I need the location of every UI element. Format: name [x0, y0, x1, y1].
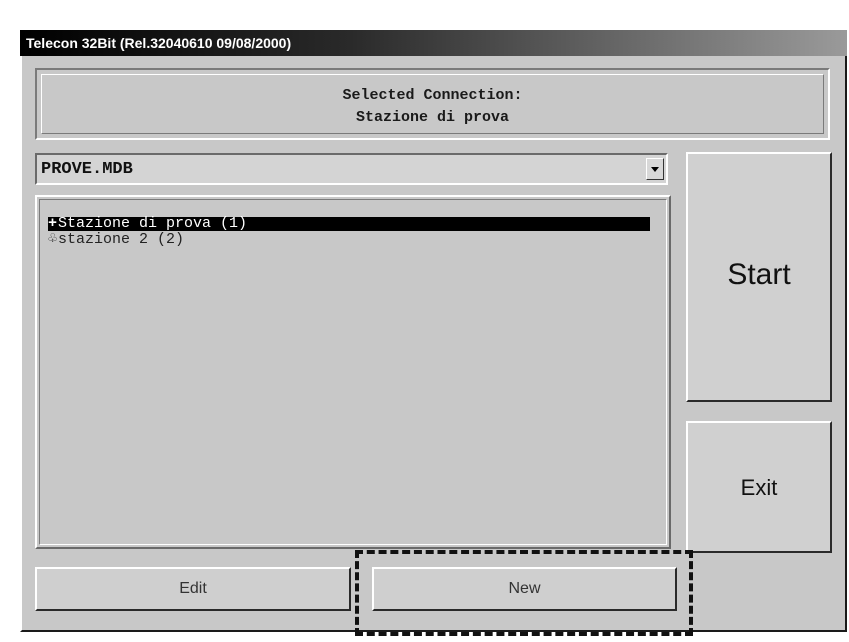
- expand-plus-icon[interactable]: +: [48, 216, 58, 231]
- edit-button[interactable]: Edit: [35, 567, 351, 611]
- chevron-down-icon: [651, 167, 659, 172]
- dropdown-toggle-button[interactable]: [646, 158, 664, 180]
- tree-item-label: Stazione di prova (1): [58, 215, 248, 232]
- expand-outline-plus-icon[interactable]: ♧: [48, 232, 58, 247]
- tree-item-stazione-di-prova[interactable]: +Stazione di prova (1): [48, 215, 650, 232]
- selected-connection-panel: Selected Connection: Stazione di prova: [35, 68, 830, 140]
- tree-item-label: stazione 2 (2): [58, 231, 185, 248]
- exit-button-label: Exit: [740, 475, 778, 500]
- exit-button[interactable]: Exit: [686, 421, 832, 553]
- database-select[interactable]: PROVE.MDB: [35, 153, 668, 185]
- database-select-value: PROVE.MDB: [41, 160, 133, 179]
- tree-item-stazione-2[interactable]: ♧stazione 2 (2): [48, 231, 185, 248]
- station-tree-list: +Stazione di prova (1) ♧stazione 2 (2): [39, 199, 667, 545]
- new-button[interactable]: New: [372, 567, 677, 611]
- selected-connection-display: Selected Connection: Stazione di prova: [41, 74, 824, 134]
- start-button[interactable]: Start: [686, 152, 832, 402]
- selected-connection-name: Stazione di prova: [355, 109, 510, 126]
- start-button-label: Start: [727, 258, 791, 291]
- window-title: Telecon 32Bit (Rel.32040610 09/08/2000): [20, 30, 847, 56]
- station-tree: +Stazione di prova (1) ♧stazione 2 (2): [35, 195, 671, 549]
- selected-connection-label: Selected Connection:: [342, 87, 523, 104]
